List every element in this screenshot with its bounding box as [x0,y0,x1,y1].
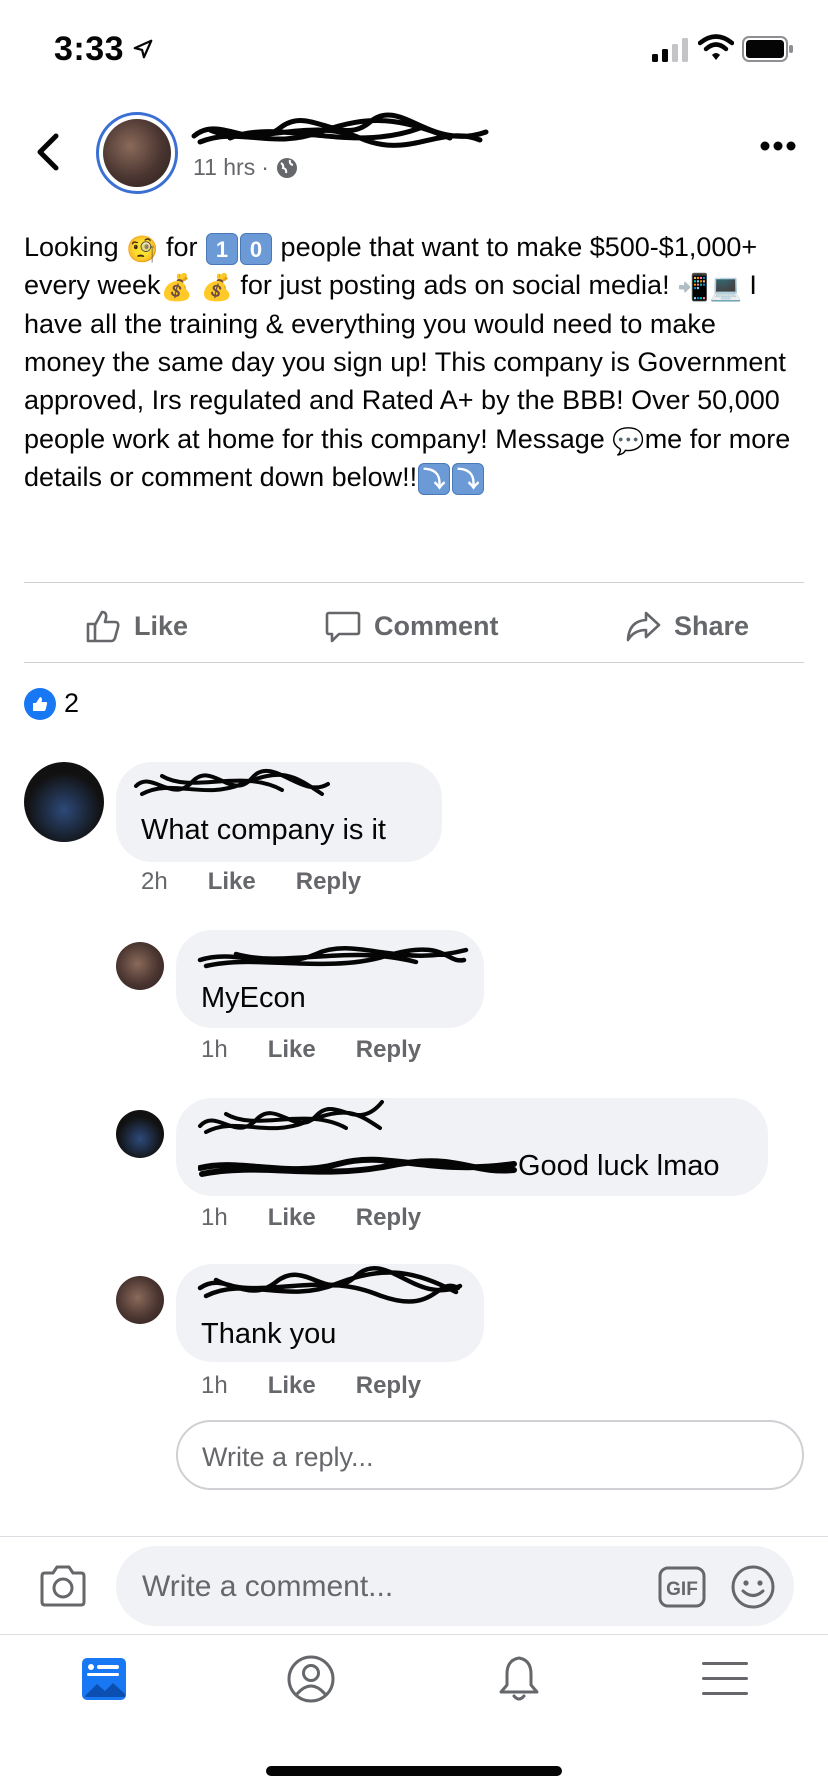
comment-time: 2h [141,868,168,895]
comment-reply-link[interactable]: Reply [296,868,361,896]
comment-meta: 2h Like Reply [141,868,361,896]
reply-meta: 1h Like Reply [201,1204,421,1232]
redacted-reply-name [197,1266,463,1304]
profile-icon[interactable] [286,1654,336,1704]
gif-label: GIF [666,1579,698,1600]
write-reply-input[interactable]: Write a reply... [176,1420,804,1490]
news-feed-icon[interactable] [80,1654,130,1704]
reply-like-link[interactable]: Like [268,1036,316,1064]
like-button[interactable]: Like [84,606,188,646]
reply-avatar[interactable] [116,1110,164,1158]
reply-avatar[interactable] [116,1276,164,1324]
money-bag-icon: 💰 [200,272,233,303]
redacted-reply-name [197,946,469,969]
divider [0,1536,828,1537]
notifications-bell-icon[interactable] [494,1654,544,1704]
comment-text: What company is it [141,814,386,846]
share-label: Share [674,610,750,641]
poster-avatar[interactable] [96,112,178,194]
home-indicator[interactable] [266,1766,562,1776]
commenter-avatar[interactable] [24,762,104,842]
share-arrow-icon [626,611,661,642]
reply-text: Good luck lmao [518,1150,720,1182]
like-label: Like [134,610,189,641]
redacted-poster-name [191,112,489,148]
redacted-reply-name [198,1100,384,1134]
divider [24,662,804,663]
redacted-commenter-name [134,769,330,796]
divider [0,1634,828,1635]
down-arrow-icon: ⤵ [452,462,485,495]
reply-reply-link[interactable]: Reply [356,1372,421,1400]
reply-like-link[interactable]: Like [268,1204,316,1232]
comment-like-link[interactable]: Like [208,868,256,896]
reply-time: 1h [201,1372,228,1399]
cellular-signal-icon [652,38,688,62]
keycap-one-icon: 1 [206,232,239,265]
wifi-icon [698,34,734,60]
status-bar: 3:33 [0,0,828,100]
divider [24,582,804,583]
reply-text: Thank you [201,1318,337,1350]
comment-button[interactable]: Comment [324,606,499,646]
reply-reply-link[interactable]: Reply [356,1036,421,1064]
battery-icon [742,36,793,62]
menu-icon[interactable] [700,1654,750,1704]
emoji-smile-icon[interactable] [730,1564,776,1610]
speech-balloon-icon: 💬 [612,425,645,456]
more-options-icon[interactable] [760,140,796,152]
location-arrow-icon [133,39,153,59]
reply-time: 1h [201,1036,228,1063]
redacted-tagged-name [198,1156,517,1177]
comment-label: Comment [374,610,499,641]
reply-time: 1h [201,1204,228,1231]
reply-avatar[interactable] [116,942,164,990]
reply-text: MyEcon [201,982,306,1014]
down-arrow-icon: ⤵ [418,462,451,495]
post-time: 11 hrs [193,154,256,180]
status-time: 3:33 [54,30,125,68]
camera-icon[interactable] [38,1564,88,1608]
globe-icon [276,157,297,178]
thumbs-up-icon [86,610,120,643]
gif-icon[interactable]: GIF [658,1566,706,1608]
monocle-emoji-icon: 🧐 [126,233,159,264]
like-reaction-icon[interactable] [24,688,56,720]
comment-bubble-icon [325,611,361,643]
back-chevron-icon[interactable] [34,132,62,172]
post-body: Looking 🧐 for 10 people that want to mak… [24,228,804,496]
reply-reply-link[interactable]: Reply [356,1204,421,1232]
reaction-count[interactable]: 2 [64,688,79,719]
reply-like-link[interactable]: Like [268,1372,316,1400]
money-bag-icon: 💰 [160,272,193,303]
phone-arrow-icon: 📲 [677,272,710,303]
laptop-icon: 💻 [709,272,742,303]
reply-meta: 1h Like Reply [201,1036,421,1064]
share-button[interactable]: Share [624,606,749,646]
reply-meta: 1h Like Reply [201,1372,421,1400]
keycap-zero-icon: 0 [240,232,273,265]
meta-separator: · [261,154,269,180]
post-timestamp: 11 hrs · [193,154,299,181]
